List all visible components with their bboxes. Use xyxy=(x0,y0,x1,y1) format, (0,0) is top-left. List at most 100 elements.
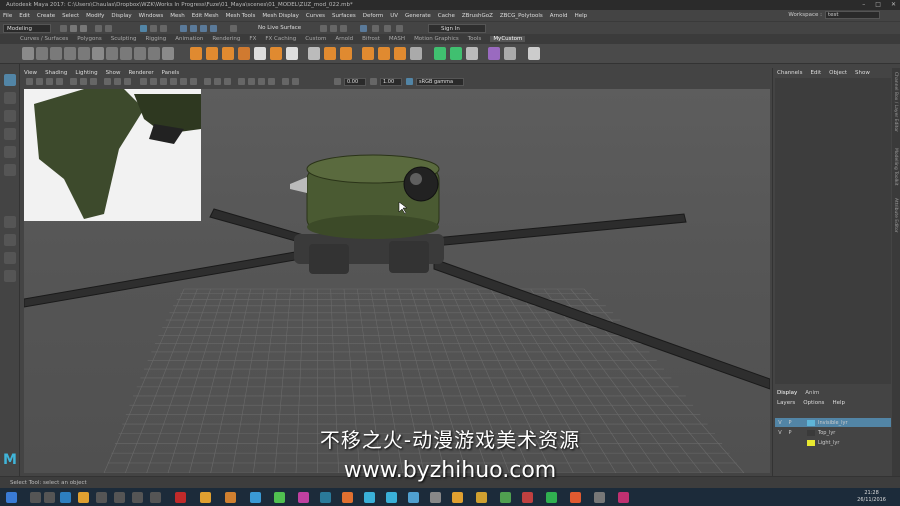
shelf-tab-mash[interactable]: MASH xyxy=(389,36,405,42)
save-scene-icon[interactable] xyxy=(80,25,87,32)
move-tool-icon[interactable] xyxy=(4,128,16,140)
camera-icon[interactable] xyxy=(26,78,33,85)
shelf-tool-icon[interactable] xyxy=(36,47,48,60)
undo-icon[interactable] xyxy=(95,25,102,32)
layer-menu-help[interactable]: Help xyxy=(832,400,845,406)
menu-edit-mesh[interactable]: Edit Mesh xyxy=(192,13,219,19)
lasso-tool-icon[interactable] xyxy=(4,92,16,104)
panel-menu-view[interactable]: View xyxy=(24,70,37,76)
shelf-tab-fx[interactable]: FX xyxy=(249,36,256,42)
shelf-tool-icon[interactable] xyxy=(162,47,174,60)
shelf-tool-icon[interactable] xyxy=(64,47,76,60)
shelf-tool-icon[interactable] xyxy=(106,47,118,60)
snap-grid-icon[interactable] xyxy=(180,25,187,32)
close-button[interactable]: ✕ xyxy=(891,1,896,8)
colour-management-icon[interactable] xyxy=(292,78,299,85)
taskbar-app-icon[interactable] xyxy=(476,492,487,503)
smooth-shade-icon[interactable] xyxy=(150,78,157,85)
menu-help[interactable]: Help xyxy=(575,13,588,19)
smooth-icon[interactable] xyxy=(394,47,406,60)
new-scene-icon[interactable] xyxy=(60,25,67,32)
bevel-icon[interactable] xyxy=(254,47,266,60)
menu-windows[interactable]: Windows xyxy=(139,13,164,19)
taskbar-app-icon[interactable] xyxy=(618,492,629,503)
panel-menu-shading[interactable]: Shading xyxy=(45,70,67,76)
extrude-icon[interactable] xyxy=(238,47,250,60)
menu-generate[interactable]: Generate xyxy=(405,13,431,19)
shelf-tab-tools[interactable]: Tools xyxy=(468,36,482,42)
taskbar-app-icon[interactable] xyxy=(594,492,605,503)
maya-taskbar-icon[interactable] xyxy=(386,492,397,503)
safe-action-icon[interactable] xyxy=(124,78,131,85)
menu-set-dropdown[interactable]: Modeling xyxy=(3,24,51,33)
menu-display[interactable]: Display xyxy=(111,13,131,19)
side-tab-channel-box[interactable]: Channel Box / Layer Editor xyxy=(893,72,898,132)
arnold-icon[interactable] xyxy=(528,47,540,60)
shelf-tool-icon[interactable] xyxy=(120,47,132,60)
taskbar-app-icon[interactable] xyxy=(500,492,511,503)
shelf-tab-rigging[interactable]: Rigging xyxy=(145,36,166,42)
custom-script-icon[interactable] xyxy=(504,47,516,60)
premiere-icon[interactable] xyxy=(298,492,309,503)
anti-alias-icon[interactable] xyxy=(258,78,265,85)
channel-menu-object[interactable]: Object xyxy=(829,70,847,76)
menu-select[interactable]: Select xyxy=(62,13,79,19)
shelf-tab-motion-graphics[interactable]: Motion Graphics xyxy=(414,36,459,42)
maya-taskbar-icon[interactable] xyxy=(364,492,375,503)
taskbar-app-icon[interactable] xyxy=(570,492,581,503)
playback-icon[interactable] xyxy=(384,25,391,32)
merge-icon[interactable] xyxy=(286,47,298,60)
wireframe-icon[interactable] xyxy=(140,78,147,85)
channel-box-area[interactable] xyxy=(775,78,891,384)
shelf-tab-rendering[interactable]: Rendering xyxy=(212,36,240,42)
side-tab-modelling-toolkit[interactable]: Modelling Toolkit xyxy=(893,148,898,186)
taskbar-app-icon[interactable] xyxy=(430,492,441,503)
menu-mesh[interactable]: Mesh xyxy=(170,13,184,19)
rotate-tool-icon[interactable] xyxy=(4,146,16,158)
channel-menu-edit[interactable]: Edit xyxy=(810,70,821,76)
xray-icon[interactable] xyxy=(204,78,211,85)
quad-draw-icon[interactable] xyxy=(410,47,422,60)
single-view-icon[interactable] xyxy=(4,216,16,228)
combine-icon[interactable] xyxy=(340,47,352,60)
taskbar-app-icon[interactable] xyxy=(452,492,463,503)
shelf-tab-animation[interactable]: Animation xyxy=(175,36,203,42)
four-view-icon[interactable] xyxy=(4,234,16,246)
shelf-tab-bifrost[interactable]: Bifrost xyxy=(362,36,380,42)
task-view-icon[interactable] xyxy=(44,492,55,503)
taskbar-app-icon[interactable] xyxy=(78,492,89,503)
poly-sphere-icon[interactable] xyxy=(206,47,218,60)
taskbar-app-icon[interactable] xyxy=(522,492,533,503)
poly-cylinder-icon[interactable] xyxy=(222,47,234,60)
shelf-tab-fx-caching[interactable]: FX Caching xyxy=(265,36,296,42)
snap-curve-icon[interactable] xyxy=(190,25,197,32)
taskbar-app-icon[interactable] xyxy=(546,492,557,503)
taskbar-clock[interactable]: 21:28 26/11/2016 xyxy=(857,490,886,504)
taskbar-app-icon[interactable] xyxy=(320,492,331,503)
separate-icon[interactable] xyxy=(362,47,374,60)
camera-attr-icon[interactable] xyxy=(36,78,43,85)
render-settings-icon[interactable] xyxy=(340,25,347,32)
tab-anim[interactable]: Anim xyxy=(805,390,819,396)
menu-edit[interactable]: Edit xyxy=(19,13,30,19)
menu-file[interactable]: File xyxy=(3,13,12,19)
layout-icon[interactable] xyxy=(4,252,16,264)
workspace-dropdown[interactable]: test xyxy=(825,11,880,19)
select-by-object-icon[interactable] xyxy=(150,25,157,32)
menu-modify[interactable]: Modify xyxy=(86,13,104,19)
shelf-tab-curves-surfaces[interactable]: Curves / Surfaces xyxy=(20,36,68,42)
bookmark-icon[interactable] xyxy=(46,78,53,85)
view-transform-dropdown[interactable]: sRGB gamma xyxy=(416,78,464,86)
shelf-tool-icon[interactable] xyxy=(22,47,34,60)
viewport[interactable] xyxy=(24,89,770,473)
shelf-tool-icon[interactable] xyxy=(92,47,104,60)
xray-joints-icon[interactable] xyxy=(214,78,221,85)
image-plane-icon[interactable] xyxy=(56,78,63,85)
taskbar-app-icon[interactable] xyxy=(225,492,236,503)
ambient-occlusion-icon[interactable] xyxy=(238,78,245,85)
tab-display[interactable]: Display xyxy=(777,390,797,396)
view-transform-icon[interactable] xyxy=(406,78,413,85)
menu-zbcg-polytools[interactable]: ZBCG_Polytools xyxy=(500,13,543,19)
shelf-tool-icon[interactable] xyxy=(50,47,62,60)
gamma-icon[interactable] xyxy=(370,78,377,85)
